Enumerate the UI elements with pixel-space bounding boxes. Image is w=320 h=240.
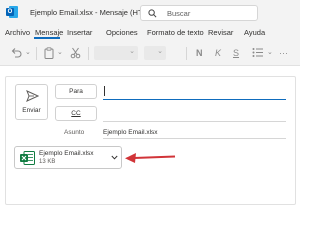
cc-field[interactable] [103, 121, 286, 122]
chevron-down-icon[interactable] [111, 155, 118, 160]
annotation-arrow [125, 153, 176, 163]
outlook-icon: O [6, 6, 18, 18]
tab-mensaje[interactable]: Mensaje [35, 28, 63, 37]
toolbar-divider [88, 47, 89, 60]
ribbon-toolbar: ⌄ ⌄ ⌄ ⌄ N K S ⌄ ··· [0, 41, 300, 66]
font-size-dropdown[interactable]: ⌄ [144, 46, 166, 60]
underline-button[interactable]: S [233, 47, 239, 59]
tab-formato-de-texto[interactable]: Formato de texto [147, 28, 204, 37]
tab-revisar[interactable]: Revisar [208, 28, 233, 37]
toolbar-divider [36, 47, 37, 60]
attachment-name: Ejemplo Email.xlsx [39, 150, 94, 157]
subject-label: Asunto [64, 129, 85, 136]
undo-dropdown-icon[interactable]: ⌄ [25, 47, 31, 59]
to-field[interactable] [103, 99, 286, 100]
subject-underline [103, 138, 286, 139]
font-family-dropdown[interactable]: ⌄ [94, 46, 138, 60]
more-options-button[interactable]: ··· [279, 47, 288, 59]
attachment-card[interactable]: Ejemplo Email.xlsx 13 KB [14, 146, 122, 169]
paste-button[interactable] [44, 47, 54, 62]
cc-button[interactable]: CC [55, 106, 97, 121]
subject-field[interactable]: Ejemplo Email.xlsx [103, 129, 158, 136]
toolbar-divider [186, 47, 187, 60]
bullet-list-icon [252, 48, 263, 57]
undo-button[interactable] [10, 47, 22, 61]
send-label: Enviar [22, 107, 41, 114]
italic-button[interactable]: K [215, 47, 221, 59]
to-button[interactable]: Para [55, 84, 97, 99]
bullet-list-dropdown-icon[interactable]: ⌄ [267, 47, 273, 59]
undo-icon [11, 48, 22, 58]
send-icon [26, 90, 39, 102]
search-icon [148, 9, 157, 18]
active-tab-indicator [34, 37, 60, 39]
chevron-down-icon: ⌄ [129, 48, 135, 55]
attachment-size: 13 KB [39, 159, 56, 165]
cut-button[interactable] [70, 47, 81, 62]
search-box[interactable]: Buscar [140, 5, 258, 21]
compose-pane [5, 76, 296, 205]
excel-icon [20, 151, 35, 165]
tab-archivo[interactable]: Archivo [5, 28, 30, 37]
tab-insertar[interactable]: Insertar [67, 28, 92, 37]
scissors-icon [70, 47, 81, 59]
chevron-down-icon: ⌄ [157, 48, 163, 55]
text-cursor [104, 86, 105, 96]
tab-ayuda[interactable]: Ayuda [244, 28, 265, 37]
paste-dropdown-icon[interactable]: ⌄ [57, 47, 63, 59]
search-placeholder: Buscar [167, 9, 191, 18]
clipboard-icon [44, 47, 54, 59]
title-bar: O Ejemplo Email.xlsx - Mensaje (HTML) Bu… [0, 0, 300, 25]
tab-opciones[interactable]: Opciones [106, 28, 138, 37]
bullet-list-button[interactable] [252, 47, 264, 61]
send-button[interactable]: Enviar [15, 84, 48, 120]
bold-button[interactable]: N [196, 47, 203, 59]
window-title: Ejemplo Email.xlsx - Mensaje (HTML) [30, 8, 156, 17]
